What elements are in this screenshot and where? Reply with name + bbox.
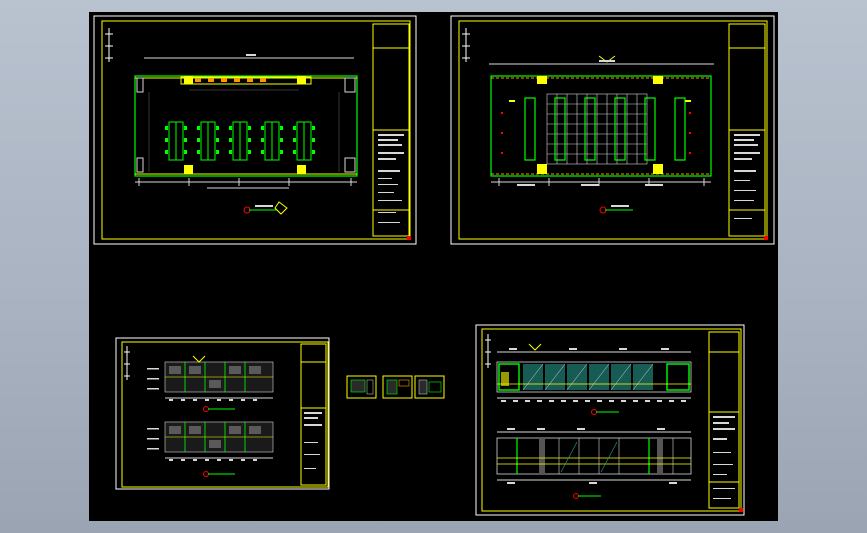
sheet-ceiling-plan[interactable]	[450, 15, 775, 245]
sheet-floor-plan[interactable]	[93, 15, 417, 245]
cad-drawing	[93, 15, 775, 516]
sheet-detail-thumbnails[interactable]	[346, 375, 445, 399]
sheet-elevations[interactable]	[115, 337, 330, 490]
cad-drawing-canvas[interactable]	[89, 12, 778, 521]
sheet-elevations-sections[interactable]	[475, 324, 745, 516]
